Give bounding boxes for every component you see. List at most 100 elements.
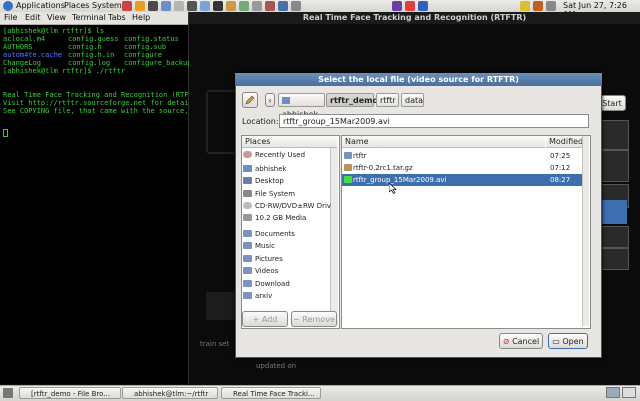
firefox-icon[interactable] — [135, 1, 145, 11]
launcher-icon[interactable] — [174, 1, 184, 11]
task-file-browser[interactable]: [rtftr_demo - File Bro... — [19, 387, 121, 399]
minus-icon: − — [293, 315, 303, 324]
terminal-line: Real Time Face Tracking and Recognition … — [3, 91, 197, 99]
terminal-line: ChangeLog — [3, 59, 41, 67]
place-arxiv[interactable]: arxiv — [243, 290, 331, 302]
path-left-arrow-button[interactable]: ‹ — [265, 93, 275, 107]
terminal-line: aclocal.m4 — [3, 35, 46, 43]
cancel-icon: ⊘ — [502, 337, 513, 346]
applet-icon[interactable] — [392, 1, 402, 11]
places-menu[interactable]: Places — [64, 1, 89, 10]
archive-icon — [344, 164, 352, 171]
place-file-system[interactable]: File System — [243, 188, 331, 200]
terminal-line: config.status — [124, 35, 179, 43]
menu-file[interactable]: File — [4, 13, 17, 22]
place-download[interactable]: Download — [243, 278, 331, 290]
clock-icon — [243, 151, 252, 158]
location-input[interactable]: rtftr_group_15Mar2009.avi — [279, 114, 589, 128]
terminal-line: See COPYING file, that came with the sou… — [3, 107, 197, 115]
volume-icon[interactable] — [546, 1, 556, 11]
place-documents[interactable]: Documents — [243, 228, 331, 240]
open-button[interactable]: ▭ Open — [548, 333, 588, 349]
home-folder-icon — [243, 165, 252, 172]
disc-icon — [243, 202, 252, 209]
applet-icon[interactable] — [418, 1, 428, 11]
launcher-icon[interactable] — [161, 1, 171, 11]
terminal-line: [abhishek@tlm rtftr]$ ls — [3, 27, 105, 35]
folder-icon — [344, 152, 352, 159]
place-cd-drive[interactable]: CD-RW/DVD±RW Drive — [243, 200, 331, 212]
menu-edit[interactable]: Edit — [25, 13, 41, 22]
task-rtftr[interactable]: Real Time Face Tracki... — [221, 387, 321, 399]
menu-tabs[interactable]: Tabs — [108, 13, 126, 22]
mouse-cursor-icon — [389, 183, 397, 194]
terminal-line: Visit http://rtftr.sourceforge.net for d… — [3, 99, 197, 107]
launcher-icon[interactable] — [239, 1, 249, 11]
launcher-icon[interactable] — [200, 1, 210, 11]
place-pictures[interactable]: Pictures — [243, 253, 331, 265]
menu-view[interactable]: View — [47, 13, 66, 22]
show-desktop-icon[interactable] — [3, 388, 13, 398]
launcher-icon[interactable] — [252, 1, 262, 11]
menu-terminal[interactable]: Terminal — [72, 13, 106, 22]
place-home[interactable]: abhishek — [243, 163, 331, 175]
folder-icon — [243, 292, 252, 299]
breadcrumb-rtftr-demo[interactable]: rtftr_demo — [326, 93, 378, 107]
places-scrollbar[interactable] — [330, 148, 338, 326]
breadcrumb-abhishek[interactable]: abhishek — [278, 93, 325, 119]
start-button[interactable]: Start — [598, 95, 626, 111]
launcher-icon[interactable] — [187, 1, 197, 11]
column-header-modified[interactable]: Modified — [546, 136, 583, 148]
edit-path-button[interactable] — [242, 92, 258, 108]
place-videos[interactable]: Videos — [243, 265, 331, 277]
system-menu[interactable]: System — [92, 1, 122, 10]
applications-menu[interactable]: Applications — [16, 1, 65, 10]
launcher-icon[interactable] — [122, 1, 132, 11]
launcher-icon[interactable] — [278, 1, 288, 11]
fedora-logo-icon[interactable] — [3, 1, 13, 11]
video-preview-area — [206, 292, 236, 320]
applet-icon[interactable] — [405, 1, 415, 11]
chevron-left-icon: ‹ — [268, 96, 272, 105]
terminal-line: autom4te.cache — [3, 51, 63, 59]
notification-icon[interactable] — [533, 1, 543, 11]
folder-open-icon: ▭ — [552, 337, 563, 346]
place-recently-used[interactable]: Recently Used — [243, 149, 331, 161]
place-media[interactable]: 10.2 GB Media — [243, 212, 331, 224]
launcher-icon[interactable] — [265, 1, 275, 11]
folder-icon — [243, 255, 252, 262]
desktop-icon — [243, 177, 252, 184]
column-header-name[interactable]: Name — [342, 136, 545, 148]
place-music[interactable]: Music — [243, 240, 331, 252]
updated-label: updated on — [256, 362, 297, 370]
harddisk-icon — [243, 190, 252, 197]
file-row[interactable]: rtftr 07:25 — [342, 150, 582, 162]
workspace-switcher[interactable] — [622, 387, 636, 398]
file-row-selected[interactable]: rtftr_group_15Mar2009.avi 08:27 — [342, 174, 582, 186]
menu-help[interactable]: Help — [132, 13, 150, 22]
launcher-icon[interactable] — [213, 1, 223, 11]
pencil-icon — [245, 95, 255, 105]
terminal-launcher-icon[interactable] — [148, 1, 158, 11]
files-scrollbar[interactable] — [582, 136, 589, 326]
cancel-button[interactable]: ⊘ Cancel — [499, 333, 543, 349]
task-terminal[interactable]: abhishek@tlm:~/rtftr — [122, 387, 218, 399]
breadcrumb-rtftr[interactable]: rtftr — [376, 93, 399, 107]
location-label: Location: — [242, 117, 279, 126]
dialog-title: Select the local file (video source for … — [235, 73, 602, 86]
add-place-button[interactable]: + Add — [242, 311, 288, 327]
remove-place-button[interactable]: − Remove — [291, 311, 337, 327]
workspace-switcher[interactable] — [606, 387, 620, 398]
folder-icon — [243, 242, 252, 249]
launcher-icon[interactable] — [291, 1, 301, 11]
train-set-label: train set — [200, 340, 230, 348]
place-desktop[interactable]: Desktop — [243, 175, 331, 187]
breadcrumb-data[interactable]: data — [401, 93, 424, 107]
launcher-icon[interactable] — [226, 1, 236, 11]
places-header[interactable]: Places — [242, 136, 337, 148]
terminal-line: AUTHORS — [3, 43, 33, 51]
network-icon[interactable] — [520, 1, 530, 11]
file-row[interactable]: rtftr-0.2rc1.tar.gz 07:12 — [342, 162, 582, 174]
video-file-icon — [344, 176, 352, 183]
terminal-cursor — [3, 129, 8, 137]
